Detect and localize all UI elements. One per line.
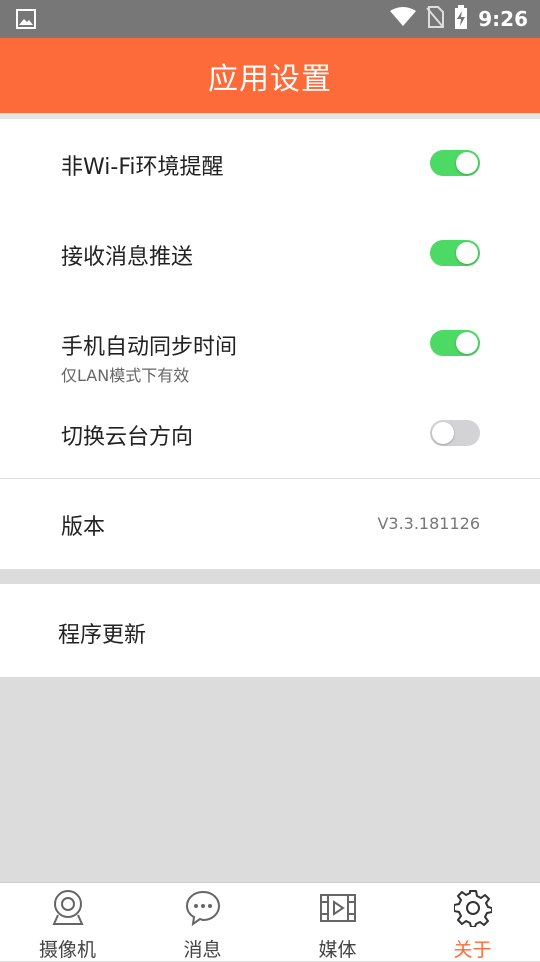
gear-icon: [452, 883, 493, 931]
nav-item-messages[interactable]: 消息: [135, 883, 270, 961]
nav-label: 关于: [453, 939, 492, 961]
settings-section: 非Wi-Fi环境提醒 接收消息推送 手机自动同步时间 仅LAN模式下有效 切换云…: [0, 119, 540, 569]
version-row: 版本 V3.3.181126: [0, 479, 540, 569]
image-icon: [16, 9, 36, 33]
bottom-nav: 摄像机 消息 媒体 关于: [0, 882, 540, 961]
camera-icon: [50, 883, 86, 931]
no-sim-icon: [426, 6, 445, 32]
setting-row-wifi-reminder: 非Wi-Fi环境提醒: [0, 119, 540, 209]
film-icon: [319, 883, 357, 931]
nav-label: 消息: [183, 939, 222, 961]
setting-label: 手机自动同步时间: [61, 335, 238, 360]
nav-label: 摄像机: [38, 939, 96, 961]
section-separator: [0, 569, 540, 584]
nav-label: 媒体: [318, 939, 357, 961]
page-title: 应用设置: [208, 61, 332, 97]
app-header: 应用设置: [0, 38, 540, 113]
status-bar: 9:26: [0, 0, 540, 38]
ptz-direction-toggle[interactable]: [430, 420, 480, 446]
setting-row-ptz-direction: 切换云台方向: [0, 389, 540, 479]
clock: 9:26: [478, 7, 528, 31]
nav-item-camera[interactable]: 摄像机: [0, 883, 135, 961]
wifi-reminder-toggle[interactable]: [430, 150, 480, 176]
setting-label: 非Wi-Fi环境提醒: [61, 155, 224, 180]
toggle-knob: [456, 332, 478, 354]
message-icon: [184, 883, 222, 931]
nav-item-about[interactable]: 关于: [405, 883, 540, 961]
update-label: 程序更新: [58, 623, 147, 648]
nav-item-media[interactable]: 媒体: [270, 883, 405, 961]
update-row[interactable]: 程序更新: [0, 584, 540, 677]
battery-charging-icon: [454, 5, 468, 33]
setting-label: 切换云台方向: [61, 425, 194, 450]
setting-sublabel: 仅LAN模式下有效: [61, 366, 190, 385]
toggle-knob: [432, 422, 454, 444]
wifi-icon: [390, 7, 417, 31]
version-value: V3.3.181126: [377, 514, 480, 533]
time-sync-toggle[interactable]: [430, 330, 480, 356]
setting-row-push: 接收消息推送: [0, 209, 540, 299]
push-toggle[interactable]: [430, 240, 480, 266]
version-label: 版本: [61, 515, 106, 540]
setting-row-time-sync: 手机自动同步时间 仅LAN模式下有效: [0, 299, 540, 389]
toggle-knob: [456, 242, 478, 264]
toggle-knob: [456, 152, 478, 174]
setting-label: 接收消息推送: [61, 245, 194, 270]
